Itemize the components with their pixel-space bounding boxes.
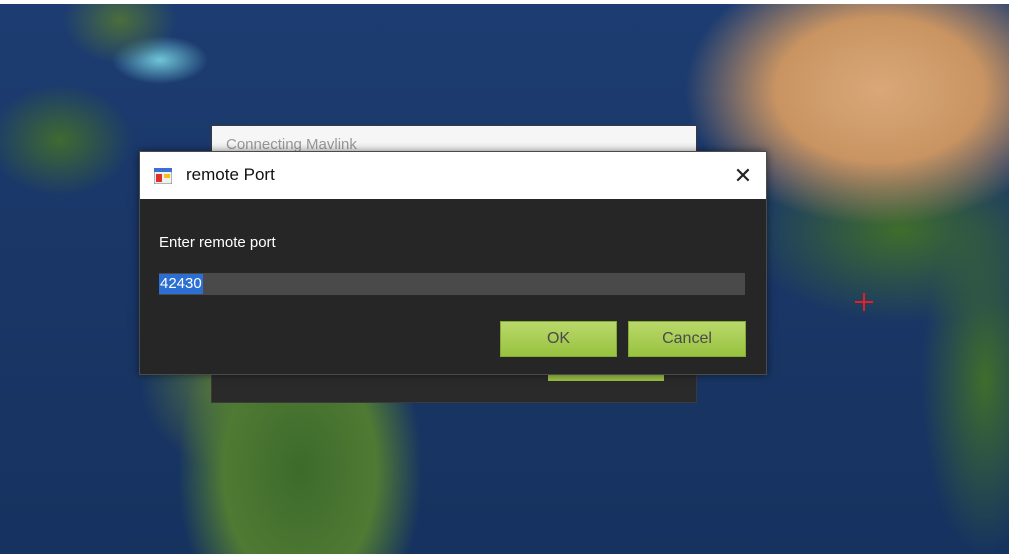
- port-prompt-label: Enter remote port: [159, 234, 276, 251]
- right-border: [1009, 0, 1013, 554]
- remote-port-input[interactable]: 42430: [159, 273, 745, 295]
- close-icon[interactable]: ✕: [720, 152, 766, 199]
- window-app-icon: [154, 168, 172, 184]
- crosshair-marker-icon: [855, 293, 873, 311]
- dialog-titlebar: remote Port ✕: [140, 152, 766, 199]
- ok-button[interactable]: OK: [500, 321, 617, 357]
- port-input-value: 42430: [159, 274, 203, 294]
- cancel-button[interactable]: Cancel: [628, 321, 746, 357]
- remote-port-dialog: remote Port ✕ Enter remote port 42430 OK…: [139, 151, 767, 375]
- dialog-title: remote Port: [186, 165, 275, 184]
- top-border: [0, 0, 1013, 4]
